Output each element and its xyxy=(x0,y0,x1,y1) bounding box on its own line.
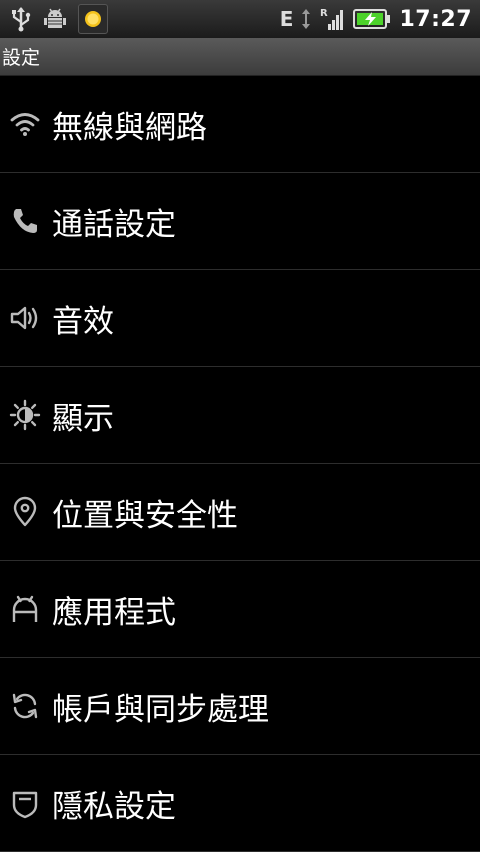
clock: 17:27 xyxy=(399,6,472,32)
settings-item-display[interactable]: 顯示 xyxy=(0,367,480,464)
android-icon xyxy=(0,593,52,625)
brightness-icon xyxy=(0,399,52,431)
speaker-icon xyxy=(0,302,52,334)
settings-item-label: 位置與安全性 xyxy=(52,497,238,534)
settings-list: 無線與網路 通話設定 音效 顯示 位置與安全性 應用程式 帳戶與同步處理 隱私設… xyxy=(0,76,480,852)
battery-charging-icon xyxy=(353,8,391,30)
privacy-icon xyxy=(0,787,52,819)
phone-icon xyxy=(0,205,52,237)
settings-item-label: 顯示 xyxy=(52,400,114,437)
settings-item-label: 應用程式 xyxy=(52,594,176,631)
settings-item-location-security[interactable]: 位置與安全性 xyxy=(0,464,480,561)
system-icons: E R 17:27 xyxy=(280,3,472,35)
location-pin-icon xyxy=(0,496,52,528)
title-bar: 設定 xyxy=(0,38,480,76)
roaming-label: R xyxy=(320,8,328,19)
settings-item-label: 音效 xyxy=(52,303,114,340)
settings-item-sound[interactable]: 音效 xyxy=(0,270,480,367)
network-type-label: E xyxy=(279,7,294,31)
settings-item-privacy[interactable]: 隱私設定 xyxy=(0,755,480,852)
settings-item-label: 無線與網路 xyxy=(52,109,207,146)
sync-icon xyxy=(0,690,52,722)
page-title: 設定 xyxy=(2,47,41,69)
status-bar: E R 17:27 xyxy=(0,0,480,38)
settings-item-label: 帳戶與同步處理 xyxy=(52,691,269,728)
signal-strength-icon: R xyxy=(319,6,345,32)
settings-item-label: 通話設定 xyxy=(52,206,176,243)
notification-icons xyxy=(10,3,108,35)
data-activity-icon xyxy=(301,7,311,31)
settings-item-accounts-sync[interactable]: 帳戶與同步處理 xyxy=(0,658,480,755)
android-debug-icon xyxy=(42,6,68,32)
usb-icon xyxy=(10,6,32,32)
settings-item-label: 隱私設定 xyxy=(52,788,176,825)
wifi-icon xyxy=(0,108,52,140)
settings-item-applications[interactable]: 應用程式 xyxy=(0,561,480,658)
settings-item-call-settings[interactable]: 通話設定 xyxy=(0,173,480,270)
settings-item-wireless-networks[interactable]: 無線與網路 xyxy=(0,76,480,173)
weather-sun-icon xyxy=(78,4,108,34)
